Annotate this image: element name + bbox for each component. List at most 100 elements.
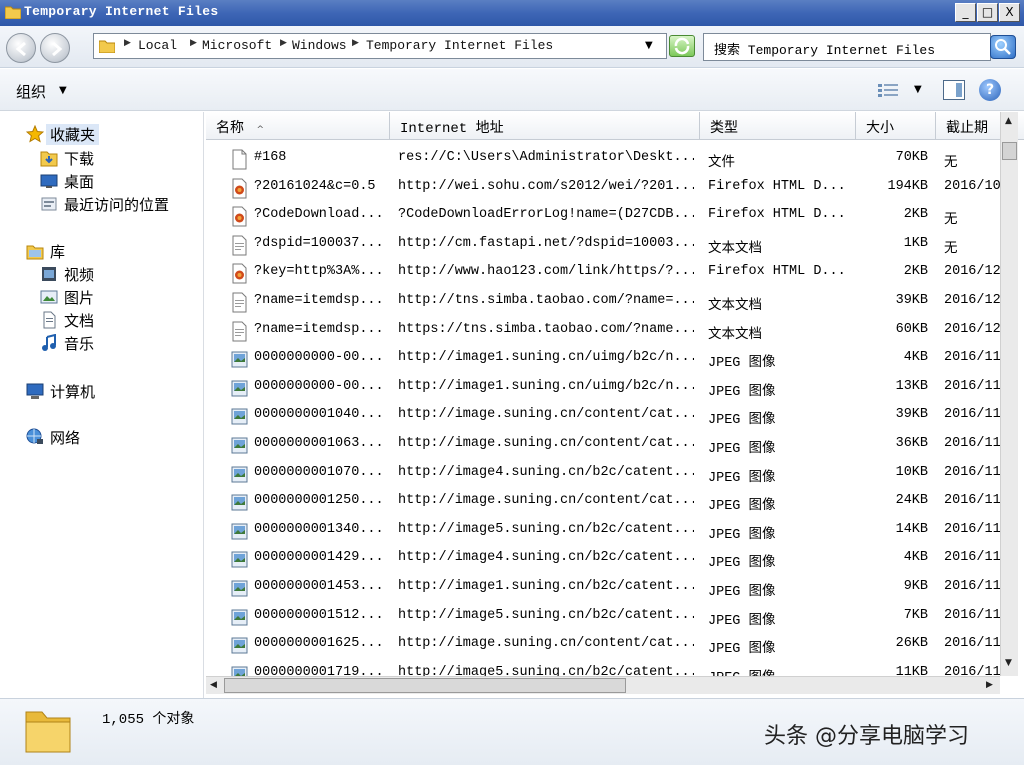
search-button[interactable] bbox=[990, 35, 1016, 59]
file-size: 70KB bbox=[895, 150, 928, 165]
maximize-button[interactable]: □ bbox=[977, 3, 998, 22]
breadcrumb-windows[interactable]: Windows bbox=[292, 38, 347, 53]
sidebar-item-favorites[interactable]: 收藏夹 bbox=[26, 123, 186, 145]
file-size: 26KB bbox=[895, 636, 928, 652]
breadcrumb-local[interactable]: Local bbox=[138, 38, 177, 53]
close-button[interactable]: X bbox=[999, 3, 1020, 22]
file-expires: 2016/11 bbox=[944, 436, 1000, 451]
file-expires: 无 bbox=[944, 156, 958, 171]
preview-pane-icon[interactable] bbox=[943, 80, 965, 100]
file-name: ?20161024&c=0.5 bbox=[254, 178, 376, 194]
horizontal-scrollbar[interactable]: ◀ ▶ bbox=[206, 676, 1000, 694]
sidebar-item-recent-places[interactable]: 最近访问的位置 bbox=[40, 193, 200, 215]
sidebar-item-computer[interactable]: 计算机 bbox=[26, 380, 186, 402]
sidebar-item-music[interactable]: 音乐 bbox=[40, 332, 190, 354]
file-internet-address: http://image5.suning.cn/b2c/catent... bbox=[398, 521, 694, 537]
address-dropdown-icon[interactable]: ▼ bbox=[645, 40, 653, 51]
table-row[interactable]: 0000000001429... http://image4.suning.cn/… bbox=[206, 546, 1000, 574]
file-type: 文本文档 bbox=[708, 299, 762, 314]
scroll-down-arrow-icon[interactable]: ▼ bbox=[1005, 658, 1012, 668]
table-row[interactable]: 0000000001070... http://image4.suning.cn/… bbox=[206, 461, 1000, 489]
file-type: JPEG 图像 bbox=[708, 527, 776, 543]
firefox-document-icon bbox=[231, 178, 248, 199]
sidebar-item-desktop[interactable]: 桌面 bbox=[40, 170, 190, 192]
view-options-icon[interactable] bbox=[878, 83, 900, 97]
breadcrumb-microsoft[interactable]: Microsoft bbox=[202, 38, 272, 53]
file-name: 0000000001512... bbox=[254, 607, 384, 623]
address-bar[interactable]: ▶ Local ▶ Microsoft ▶ Windows ▶ Temporar… bbox=[93, 33, 667, 59]
table-row[interactable]: ?name=itemdsp... http://tns.simba.taobao.… bbox=[206, 289, 1000, 317]
file-internet-address: http://image.suning.cn/content/cat... bbox=[398, 636, 694, 652]
table-row[interactable]: 0000000001250... http://image.suning.cn/c… bbox=[206, 489, 1000, 517]
column-header-type[interactable]: 类型 bbox=[700, 112, 856, 140]
back-button[interactable] bbox=[6, 33, 36, 63]
file-type: Firefox HTML D... bbox=[708, 264, 846, 280]
sidebar-item-videos[interactable]: 视频 bbox=[40, 263, 190, 285]
table-row[interactable]: ?dspid=100037... http://cm.fastapi.net/?d… bbox=[206, 232, 1000, 260]
organize-menu[interactable]: 组织 bbox=[16, 81, 46, 102]
file-name: 0000000001429... bbox=[254, 550, 384, 566]
table-row[interactable]: 0000000001453... http://image1.suning.cn/… bbox=[206, 575, 1000, 603]
file-internet-address: res://C:\Users\Administrator\Deskt... bbox=[398, 150, 694, 165]
table-row[interactable]: 0000000001625... http://image.suning.cn/c… bbox=[206, 632, 1000, 660]
sidebar-item-network[interactable]: 网络 bbox=[26, 426, 186, 448]
scroll-left-arrow-icon[interactable]: ◀ bbox=[210, 680, 217, 690]
minimize-button[interactable]: _ bbox=[955, 3, 976, 22]
table-row[interactable]: 0000000001512... http://image5.suning.cn/… bbox=[206, 604, 1000, 632]
file-expires: 2016/11 bbox=[944, 550, 1000, 566]
jpeg-image-icon bbox=[231, 635, 248, 656]
file-expires: 2016/10 bbox=[944, 178, 1000, 194]
vertical-scrollbar[interactable]: ▲ ▼ bbox=[1000, 112, 1018, 676]
table-row[interactable]: 0000000001063... http://image.suning.cn/c… bbox=[206, 432, 1000, 460]
column-header-internet-address[interactable]: Internet 地址 bbox=[390, 112, 700, 140]
sidebar-item-documents[interactable]: 文档 bbox=[40, 309, 190, 331]
table-row[interactable]: 0000000000-00... http://image1.suning.cn/… bbox=[206, 375, 1000, 403]
table-row[interactable]: 0000000000-00... http://image1.suning.cn/… bbox=[206, 346, 1000, 374]
help-icon[interactable]: ? bbox=[979, 79, 1001, 101]
file-name: 0000000001719... bbox=[254, 664, 384, 676]
jpeg-image-icon bbox=[231, 349, 248, 370]
forward-button[interactable] bbox=[40, 33, 70, 63]
table-row[interactable]: ?CodeDownload... ?CodeDownloadErrorLog!na… bbox=[206, 203, 1000, 231]
table-row[interactable]: 0000000001719... http://image5.suning.cn/… bbox=[206, 661, 1000, 676]
file-type: JPEG 图像 bbox=[708, 556, 776, 572]
scroll-right-arrow-icon[interactable]: ▶ bbox=[986, 680, 993, 690]
table-row[interactable]: #168 res://C:\Users\Administrator\Deskt..… bbox=[206, 146, 1000, 174]
file-size: 13KB bbox=[895, 378, 928, 394]
file-type: JPEG 图像 bbox=[708, 499, 776, 515]
file-list: #168 res://C:\Users\Administrator\Deskt..… bbox=[206, 141, 1000, 676]
column-header-name[interactable]: 名称 ^ bbox=[206, 112, 390, 140]
sidebar-item-libraries[interactable]: 库 bbox=[26, 240, 186, 262]
file-internet-address: http://image1.suning.cn/uimg/b2c/n... bbox=[398, 350, 694, 366]
breadcrumb-temporary-internet-files[interactable]: Temporary Internet Files bbox=[366, 38, 553, 53]
refresh-button[interactable] bbox=[669, 35, 695, 57]
table-row[interactable]: 0000000001340... http://image5.suning.cn/… bbox=[206, 518, 1000, 546]
sidebar-item-pictures[interactable]: 图片 bbox=[40, 286, 190, 308]
vertical-scroll-thumb[interactable] bbox=[1002, 142, 1017, 160]
watermark-text: 头条 @分享电脑学习 bbox=[764, 724, 969, 749]
table-row[interactable]: 0000000001040... http://image.suning.cn/c… bbox=[206, 403, 1000, 431]
jpeg-image-icon bbox=[231, 435, 248, 456]
chevron-down-icon[interactable]: ▼ bbox=[914, 84, 922, 95]
table-row[interactable]: ?20161024&c=0.5 http://wei.sohu.com/s2012… bbox=[206, 175, 1000, 203]
file-expires: 2016/11 bbox=[944, 464, 1000, 480]
file-type: JPEG 图像 bbox=[708, 642, 776, 658]
file-expires: 2016/11 bbox=[944, 636, 1000, 652]
table-row[interactable]: ?name=itemdsp... https://tns.simba.taobao… bbox=[206, 318, 1000, 346]
file-name: 0000000000-00... bbox=[254, 378, 384, 394]
column-header-size[interactable]: 大小 bbox=[856, 112, 936, 140]
recent-places-icon bbox=[41, 197, 57, 211]
breadcrumb-separator-icon: ▶ bbox=[124, 38, 131, 48]
documents-icon bbox=[43, 311, 56, 329]
folder-icon bbox=[25, 711, 71, 753]
file-type: 文本文档 bbox=[708, 327, 762, 343]
horizontal-scroll-thumb[interactable] bbox=[224, 678, 626, 693]
file-type: JPEG 图像 bbox=[708, 356, 776, 372]
file-internet-address: https://tns.simba.taobao.com/?name... bbox=[398, 321, 694, 337]
table-row[interactable]: ?key=http%3A%... http://www.hao123.com/li… bbox=[206, 260, 1000, 288]
music-icon bbox=[42, 334, 56, 351]
chevron-down-icon[interactable]: ▼ bbox=[59, 85, 67, 96]
search-input[interactable]: 搜索 Temporary Internet Files bbox=[703, 33, 991, 61]
scroll-up-arrow-icon[interactable]: ▲ bbox=[1005, 116, 1012, 126]
sidebar-item-downloads[interactable]: 下载 bbox=[40, 147, 190, 169]
